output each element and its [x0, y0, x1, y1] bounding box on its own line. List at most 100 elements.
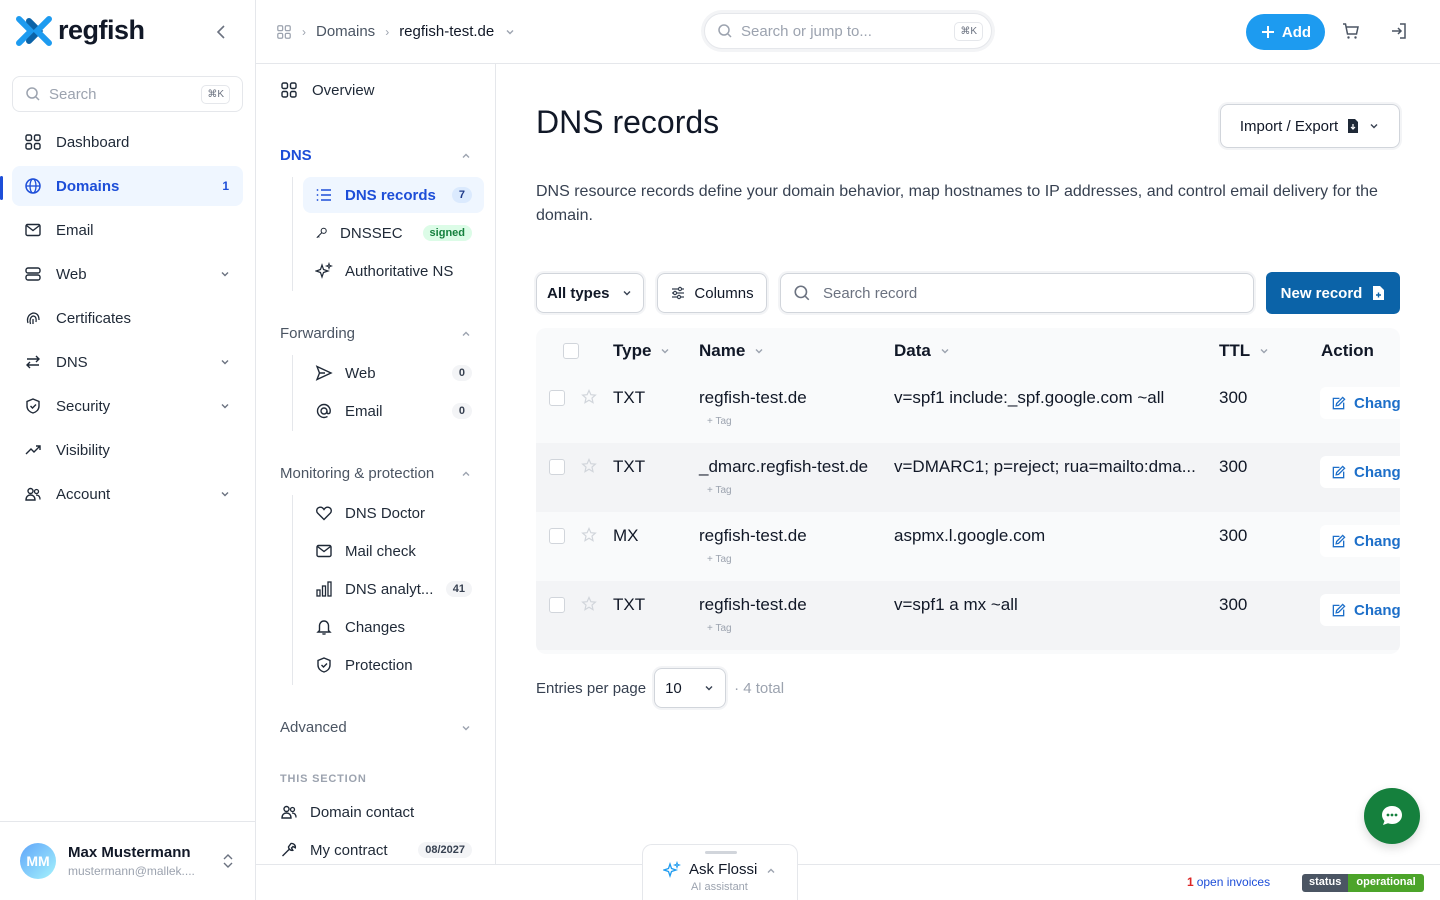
chevron-down-icon[interactable] [504, 26, 516, 38]
sidebar-item-account[interactable]: Account [12, 474, 243, 514]
user-menu[interactable]: MM Max Mustermann mustermann@mallek.... [0, 821, 255, 900]
star-icon[interactable] [581, 389, 597, 405]
send-icon [315, 365, 333, 381]
column-header-type[interactable]: Type [613, 328, 671, 374]
star-icon[interactable] [581, 458, 597, 474]
type-filter-select[interactable]: All types [536, 273, 644, 313]
add-button[interactable]: Add [1246, 14, 1325, 50]
sidebar-nav: Dashboard Domains 1 Email Web Certificat… [12, 122, 243, 518]
change-record-button[interactable]: Change [1320, 594, 1400, 626]
ask-flossi-subtitle: AI assistant [691, 881, 748, 893]
sidebar-item-domains[interactable]: Domains 1 [12, 166, 243, 206]
chevron-down-icon [221, 360, 229, 365]
subnav-item-dns-records[interactable]: DNS records 7 [303, 177, 484, 213]
open-invoices-link[interactable]: 1 open invoices [1187, 875, 1270, 889]
columns-button[interactable]: Columns [657, 273, 767, 313]
grid-icon[interactable] [276, 24, 292, 40]
sidebar-item-dns[interactable]: DNS [12, 342, 243, 382]
subnav-section-monitoring[interactable]: Monitoring & protection [280, 465, 472, 482]
row-checkbox[interactable] [549, 390, 565, 406]
subnav-item-authoritative-ns[interactable]: Authoritative NS [303, 253, 484, 289]
sliders-icon [672, 286, 685, 300]
subnav-item-protection[interactable]: Protection [303, 647, 484, 683]
subnav-item-dns-doctor[interactable]: DNS Doctor [303, 495, 484, 531]
row-checkbox[interactable] [549, 459, 565, 475]
grid-icon [25, 134, 41, 150]
select-all-checkbox[interactable] [563, 343, 579, 359]
sidebar-item-web[interactable]: Web [12, 254, 243, 294]
ask-flossi-panel[interactable]: Ask Flossi AI assistant [642, 844, 798, 900]
table-row[interactable]: TXT regfish-test.de + Tag v=spf1 include… [536, 374, 1400, 443]
breadcrumb-current-domain[interactable]: regfish-test.de [399, 23, 494, 40]
add-tag-button[interactable]: + Tag [707, 623, 732, 634]
star-icon[interactable] [581, 596, 597, 612]
new-record-button[interactable]: New record [1266, 272, 1400, 314]
change-record-button[interactable]: Change [1320, 456, 1400, 488]
column-header-name[interactable]: Name [699, 328, 765, 374]
regfish-logo[interactable]: regfish [16, 15, 145, 46]
sidebar-item-dashboard[interactable]: Dashboard [12, 122, 243, 162]
table-row[interactable]: TXT _dmarc.regfish-test.de + Tag v=DMARC… [536, 443, 1400, 512]
record-search-placeholder: Search record [823, 284, 918, 302]
subnav-item-label: Authoritative NS [345, 262, 454, 280]
sidebar-item-certificates[interactable]: Certificates [12, 298, 243, 338]
collapse-sidebar-button[interactable] [212, 22, 232, 42]
count-badge: 0 [451, 365, 472, 381]
subnav-section-forwarding[interactable]: Forwarding [280, 325, 472, 342]
subnav-section-dns[interactable]: DNS [280, 147, 472, 164]
type-filter-label: All types [547, 284, 610, 302]
add-tag-button[interactable]: + Tag [707, 416, 732, 427]
table-row[interactable]: MX regfish-test.de + Tag aspmx.l.google.… [536, 512, 1400, 581]
logo-text: regfish [58, 15, 145, 45]
record-ttl: 300 [1219, 388, 1248, 407]
row-checkbox[interactable] [549, 597, 565, 613]
table-row[interactable]: TXT regfish-test.de + Tag v=spf1 a mx ~a… [536, 581, 1400, 650]
breadcrumb-domains[interactable]: Domains [316, 23, 375, 40]
subnav-overview[interactable]: Overview [280, 81, 375, 99]
change-record-button[interactable]: Change [1320, 387, 1400, 419]
column-header-data[interactable]: Data [894, 328, 951, 374]
row-checkbox[interactable] [549, 528, 565, 544]
subnav-section-advanced[interactable]: Advanced [280, 719, 472, 736]
subnav-item-dnssec[interactable]: DNSSEC signed [303, 215, 484, 251]
user-info: Max Mustermann mustermann@mallek.... [68, 844, 195, 878]
chevron-down-icon [1260, 349, 1268, 354]
column-header-ttl[interactable]: TTL [1219, 328, 1270, 374]
record-type: MX [613, 526, 639, 545]
import-export-button[interactable]: Import / Export [1220, 104, 1400, 148]
drag-handle[interactable] [705, 851, 737, 854]
change-record-button[interactable]: Change [1320, 525, 1400, 557]
record-data: aspmx.l.google.com [894, 526, 1046, 545]
subnav-item-my-contract[interactable]: My contract 08/2027 [280, 841, 472, 859]
per-page-select[interactable]: 10 [654, 668, 727, 708]
sidebar-item-email[interactable]: Email [12, 210, 243, 250]
section-title: Forwarding [280, 325, 356, 342]
add-tag-button[interactable]: + Tag [707, 485, 732, 496]
records-toolbar: All types Columns Search record New reco… [536, 272, 1400, 314]
main-content: DNS records Import / Export DNS resource… [496, 64, 1440, 864]
chevron-up-icon [462, 331, 470, 336]
chat-button[interactable] [1364, 788, 1420, 844]
dns-group: DNS records 7 DNSSEC signed Authoritativ… [292, 177, 484, 291]
subnav-item-label: DNS analyt... [345, 580, 434, 598]
subnav-item-forward-email[interactable]: Email 0 [303, 393, 484, 429]
sidebar-item-security[interactable]: Security [12, 386, 243, 426]
global-search-input[interactable]: Search or jump to... ⌘K [704, 13, 992, 49]
subnav-item-forward-web[interactable]: Web 0 [303, 355, 484, 391]
status-badge[interactable]: status operational [1302, 874, 1424, 892]
sidebar-item-visibility[interactable]: Visibility [12, 430, 243, 470]
subnav-item-changes[interactable]: Changes [303, 609, 484, 645]
logout-button[interactable] [1389, 21, 1409, 41]
add-tag-button[interactable]: + Tag [707, 554, 732, 565]
breadcrumb-separator-icon: › [302, 24, 306, 39]
star-icon[interactable] [581, 527, 597, 543]
file-icon [1348, 119, 1359, 133]
record-type: TXT [613, 457, 646, 476]
subnav-item-dns-analytics[interactable]: DNS analyt... 41 [303, 571, 484, 607]
cart-button[interactable] [1341, 21, 1361, 41]
sidebar-search-input[interactable]: Search ⌘K [12, 76, 243, 112]
record-search-input[interactable]: Search record [780, 273, 1254, 313]
breadcrumb: › Domains › regfish-test.de [276, 0, 516, 63]
subnav-item-domain-contact[interactable]: Domain contact [280, 803, 472, 821]
subnav-item-mail-check[interactable]: Mail check [303, 533, 484, 569]
